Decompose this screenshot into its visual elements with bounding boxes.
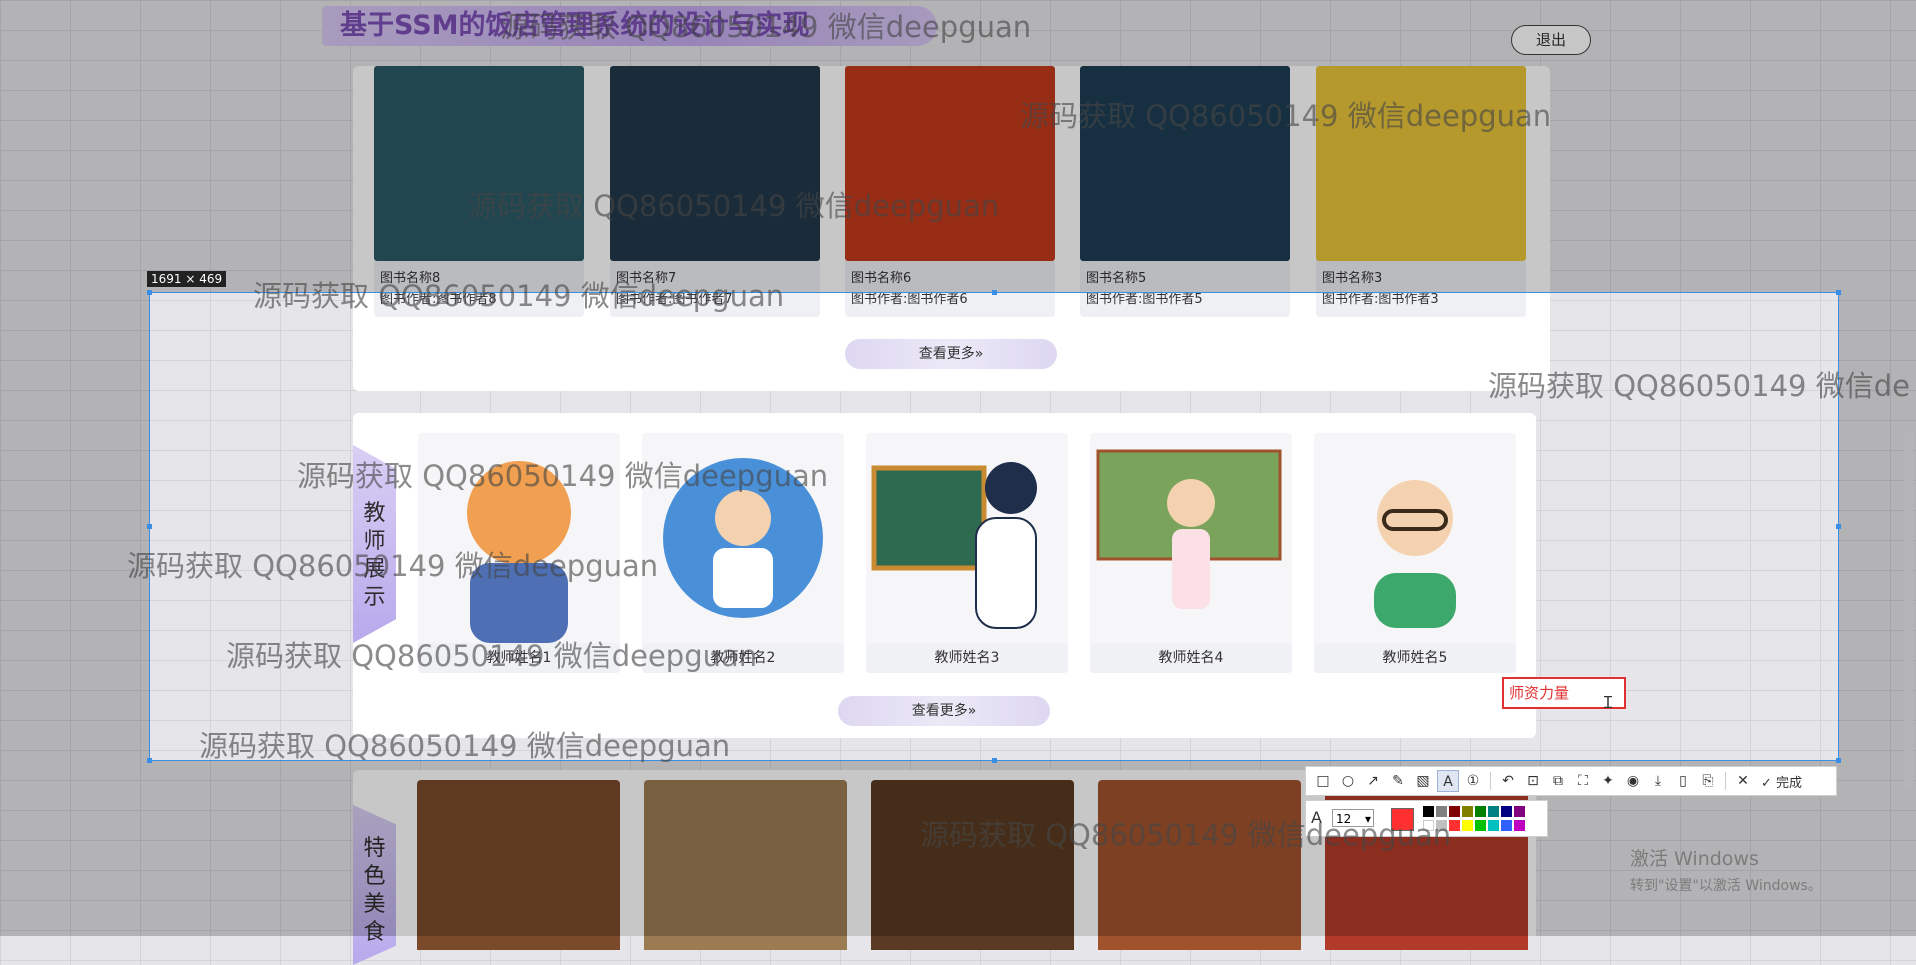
book-card[interactable]: 图书名称5 图书作者:图书作者5 bbox=[1080, 66, 1290, 317]
book-name: 图书名称6 bbox=[851, 271, 912, 286]
current-color-swatch[interactable] bbox=[1391, 808, 1414, 831]
resize-handle[interactable] bbox=[1836, 524, 1841, 529]
activation-subtitle: 转到"设置"以激活 Windows。 bbox=[1630, 878, 1822, 894]
color-swatch[interactable] bbox=[1488, 820, 1499, 831]
color-swatch[interactable] bbox=[1423, 820, 1434, 831]
food-image[interactable] bbox=[417, 780, 620, 950]
book-name: 图书名称8 bbox=[380, 271, 441, 286]
toolbar-divider bbox=[1490, 772, 1491, 790]
book-cover-image bbox=[1316, 66, 1526, 261]
resize-handle[interactable] bbox=[1836, 290, 1841, 295]
font-size-icon: A bbox=[1311, 808, 1322, 827]
save-icon[interactable]: ⤓ bbox=[1647, 770, 1669, 792]
save-as-icon[interactable]: ▯ bbox=[1672, 770, 1694, 792]
book-card[interactable]: 图书名称3 图书作者:图书作者3 bbox=[1316, 66, 1526, 317]
mosaic-icon[interactable]: ▧ bbox=[1412, 770, 1434, 792]
color-swatch[interactable] bbox=[1514, 806, 1525, 817]
color-swatch[interactable] bbox=[1449, 806, 1460, 817]
capture-toolbar: □ ○ ↗ ✎ ▧ A ① ↶ ⊡ ⧉ ⛶ ✦ ◉ ⤓ ▯ ⎘ ✕ ✓ 完成 bbox=[1305, 766, 1837, 796]
undo-icon[interactable]: ↶ bbox=[1497, 770, 1519, 792]
book-cover-image bbox=[845, 66, 1055, 261]
color-swatch[interactable] bbox=[1501, 820, 1512, 831]
close-icon[interactable]: ✕ bbox=[1732, 770, 1754, 792]
text-icon[interactable]: A bbox=[1437, 770, 1459, 792]
windows-activation-notice: 激活 Windows 转到"设置"以激活 Windows。 bbox=[1630, 844, 1822, 895]
rect-icon[interactable]: □ bbox=[1312, 770, 1334, 792]
book-name: 图书名称5 bbox=[1086, 271, 1147, 286]
color-swatch[interactable] bbox=[1462, 806, 1473, 817]
book-card[interactable]: 图书名称7 图书作者:图书作者7 bbox=[610, 66, 820, 317]
check-icon: ✓ bbox=[1761, 775, 1772, 791]
book-name: 图书名称7 bbox=[616, 271, 677, 286]
resize-handle[interactable] bbox=[1836, 758, 1841, 763]
color-swatch[interactable] bbox=[1514, 820, 1525, 831]
color-swatch[interactable] bbox=[1475, 806, 1486, 817]
site-title: 基于SSM的饭店管理系统的设计与实现 bbox=[322, 6, 937, 46]
bookmark-icon[interactable]: ⎘ bbox=[1697, 770, 1719, 792]
food-image[interactable] bbox=[1098, 780, 1301, 950]
activation-title: 激活 Windows bbox=[1630, 848, 1759, 870]
book-cover-image bbox=[1080, 66, 1290, 261]
logout-button[interactable]: 退出 bbox=[1511, 25, 1591, 55]
resize-handle[interactable] bbox=[992, 290, 997, 295]
food-section-tag: 特色美食 bbox=[353, 805, 396, 965]
pin-icon[interactable]: ✦ bbox=[1597, 770, 1619, 792]
translate-icon[interactable]: ⧉ bbox=[1547, 770, 1569, 792]
done-button[interactable]: ✓ 完成 bbox=[1761, 772, 1802, 791]
food-image[interactable] bbox=[644, 780, 847, 950]
resize-handle[interactable] bbox=[147, 524, 152, 529]
book-card[interactable]: 图书名称6 图书作者:图书作者6 bbox=[845, 66, 1055, 317]
pen-icon[interactable]: ✎ bbox=[1387, 770, 1409, 792]
color-swatch[interactable] bbox=[1475, 820, 1486, 831]
color-swatch[interactable] bbox=[1488, 806, 1499, 817]
color-swatch[interactable] bbox=[1436, 806, 1447, 817]
selection-size-label: 1691 × 469 bbox=[147, 271, 227, 287]
ellipse-icon[interactable]: ○ bbox=[1337, 770, 1359, 792]
done-label: 完成 bbox=[1776, 775, 1803, 791]
dim-overlay-left bbox=[0, 292, 149, 761]
ocr-icon[interactable]: ⊡ bbox=[1522, 770, 1544, 792]
scroll-capture-icon[interactable]: ⛶ bbox=[1572, 770, 1594, 792]
page-scrollbar[interactable] bbox=[1904, 430, 1914, 790]
food-image[interactable] bbox=[871, 780, 1074, 950]
text-properties-panel: A 12 ▾ bbox=[1305, 800, 1548, 837]
arrow-icon[interactable]: ↗ bbox=[1362, 770, 1384, 792]
font-size-value: 12 bbox=[1336, 812, 1352, 826]
book-cover-image bbox=[374, 66, 584, 261]
record-icon[interactable]: ◉ bbox=[1622, 770, 1644, 792]
color-swatch[interactable] bbox=[1462, 820, 1473, 831]
toolbar-divider bbox=[1725, 772, 1726, 790]
book-name: 图书名称3 bbox=[1322, 271, 1383, 286]
color-swatch[interactable] bbox=[1436, 820, 1447, 831]
book-cover-image bbox=[610, 66, 820, 261]
number-icon[interactable]: ① bbox=[1462, 770, 1484, 792]
text-cursor-icon: Ｉ bbox=[1600, 693, 1617, 712]
color-swatch[interactable] bbox=[1501, 806, 1512, 817]
color-swatch[interactable] bbox=[1423, 806, 1434, 817]
resize-handle[interactable] bbox=[147, 758, 152, 763]
book-card[interactable]: 图书名称8 图书作者:图书作者8 bbox=[374, 66, 584, 317]
chevron-down-icon: ▾ bbox=[1364, 812, 1371, 826]
color-swatch[interactable] bbox=[1449, 820, 1460, 831]
font-size-select[interactable]: 12 ▾ bbox=[1332, 809, 1374, 827]
resize-handle[interactable] bbox=[992, 758, 997, 763]
resize-handle[interactable] bbox=[147, 290, 152, 295]
